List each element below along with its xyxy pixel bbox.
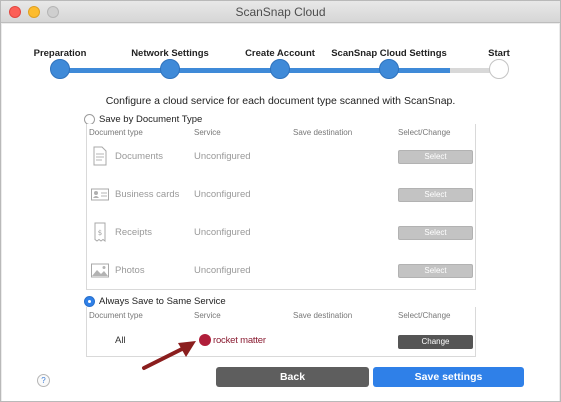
window-title: ScanSnap Cloud <box>235 5 326 19</box>
step-label-create-account: Create Account <box>245 48 315 59</box>
col-header-service: Service <box>194 311 221 320</box>
title-bar: ScanSnap Cloud <box>1 1 560 23</box>
doc-type-label: Documents <box>115 151 164 162</box>
doc-type-all-label: All <box>115 335 126 346</box>
table-row-receipts: $ Receipts Unconfigured Select <box>87 214 477 252</box>
rocket-matter-logo: rocket matter <box>199 334 266 346</box>
document-icon <box>93 146 107 166</box>
step-dot-start <box>489 59 509 79</box>
save-settings-button[interactable]: Save settings <box>373 367 524 387</box>
rocket-matter-logo-icon <box>199 334 211 346</box>
select-receipts-button[interactable]: Select <box>398 226 473 240</box>
doc-type-label: Receipts <box>115 227 152 238</box>
same-service-label: Always Save to Same Service <box>99 296 226 307</box>
col-header-service: Service <box>194 128 221 137</box>
instruction-text: Configure a cloud service for each docum… <box>105 95 456 107</box>
annotation-arrow-icon <box>142 341 196 370</box>
step-label-preparation: Preparation <box>33 48 87 59</box>
receipt-icon: $ <box>94 222 106 242</box>
doc-type-label: Photos <box>115 265 145 276</box>
table-row-documents: Documents Unconfigured Select <box>87 138 477 176</box>
same-service-option[interactable]: Always Save to Same Service <box>84 296 226 307</box>
setup-wizard: Preparation Network Settings Create Acco… <box>2 24 559 401</box>
step-dot-preparation <box>50 59 70 79</box>
col-header-document-type: Document type <box>89 128 143 137</box>
same-service-radio[interactable] <box>84 296 95 307</box>
service-status: Unconfigured <box>194 265 251 276</box>
service-status: Unconfigured <box>194 151 251 162</box>
step-dot-scansnap-cloud-settings <box>379 59 399 79</box>
step-label-network-settings: Network Settings <box>131 48 209 59</box>
svg-text:$: $ <box>98 229 102 237</box>
col-header-save-destination: Save destination <box>293 128 353 137</box>
rocket-matter-logo-text: rocket matter <box>213 334 266 346</box>
photo-icon <box>91 263 109 278</box>
col-header-select-change: Select/Change <box>398 128 451 137</box>
step-label-start: Start <box>488 48 510 59</box>
select-business-cards-button[interactable]: Select <box>398 188 473 202</box>
table-row-business-cards: Business cards Unconfigured Select <box>87 176 477 214</box>
service-status: Unconfigured <box>194 189 251 200</box>
app-window: ScanSnap Cloud Preparation Network Setti… <box>0 0 561 402</box>
doc-type-label: Business cards <box>115 189 180 200</box>
help-button[interactable]: ? <box>37 374 50 387</box>
back-button[interactable]: Back <box>216 367 369 387</box>
document-type-table: Document type Service Save destination S… <box>86 124 476 290</box>
service-status: Unconfigured <box>194 227 251 238</box>
step-label-scansnap-cloud-settings: ScanSnap Cloud Settings <box>331 48 447 59</box>
table-row-photos: Photos Unconfigured Select <box>87 252 477 290</box>
step-dot-network-settings <box>160 59 180 79</box>
col-header-select-change: Select/Change <box>398 311 451 320</box>
business-card-icon <box>91 188 109 201</box>
col-header-save-destination: Save destination <box>293 311 353 320</box>
select-photos-button[interactable]: Select <box>398 264 473 278</box>
step-dot-create-account <box>270 59 290 79</box>
change-service-button[interactable]: Change <box>398 335 473 349</box>
col-header-document-type: Document type <box>89 311 143 320</box>
select-documents-button[interactable]: Select <box>398 150 473 164</box>
